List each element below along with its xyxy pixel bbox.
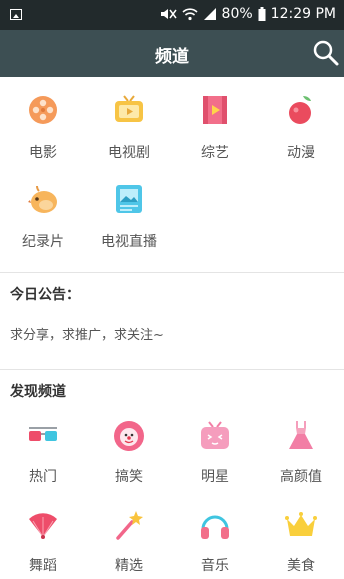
category-label: 纪录片 xyxy=(22,234,64,250)
discover-label: 精选 xyxy=(115,558,143,574)
clown-icon xyxy=(114,421,144,451)
discover-item-music[interactable]: 音乐 xyxy=(172,507,258,577)
magic-wand-icon xyxy=(116,511,143,540)
mute-icon xyxy=(160,9,177,19)
discover-item-hot[interactable]: 热门 xyxy=(0,418,86,488)
3d-glasses-icon xyxy=(29,427,57,441)
dress-icon xyxy=(289,421,313,449)
discover-item-funny[interactable]: 搞笑 xyxy=(86,418,172,488)
discover-item-featured[interactable]: 精选 xyxy=(86,507,172,577)
wifi-icon xyxy=(181,8,198,21)
signal-icon xyxy=(203,8,216,20)
discover-item-good-looking[interactable]: 高颜值 xyxy=(258,418,344,488)
discover-label: 明星 xyxy=(201,469,229,485)
live-tv-icon xyxy=(116,185,142,213)
discover-item-stars[interactable]: 明星 xyxy=(172,418,258,488)
fan-icon xyxy=(29,513,57,539)
category-label: 电视直播 xyxy=(101,234,157,250)
category-tv-series[interactable]: 电视剧 xyxy=(86,94,172,164)
divider xyxy=(0,272,344,273)
app-bar: 频道 xyxy=(0,30,344,77)
page-title: 频道 xyxy=(155,47,189,67)
discover-label: 舞蹈 xyxy=(29,558,57,574)
category-label: 电视剧 xyxy=(108,145,150,161)
category-documentary[interactable]: 纪录片 xyxy=(0,183,86,253)
status-bar: 80% 12:29 PM xyxy=(0,0,344,30)
discover-label: 热门 xyxy=(29,469,57,485)
discover-label: 音乐 xyxy=(201,558,229,574)
search-icon[interactable] xyxy=(312,39,340,67)
category-label: 动漫 xyxy=(287,145,315,161)
notice-title: 今日公告： xyxy=(10,287,80,303)
discover-label: 搞笑 xyxy=(115,469,143,485)
category-anime[interactable]: 动漫 xyxy=(258,94,344,164)
tv-icon xyxy=(115,95,143,122)
cartoon-fruit-icon xyxy=(289,96,311,124)
clock: 12:29 PM xyxy=(270,6,336,22)
discover-title: 发现频道 xyxy=(10,384,66,400)
category-live-tv[interactable]: 电视直播 xyxy=(86,183,172,253)
status-bar-right: 80% 12:29 PM xyxy=(159,6,336,22)
battery-percent: 80% xyxy=(221,6,253,22)
category-label: 电影 xyxy=(29,145,57,161)
notice-text: 求分享，求推广，求关注~ xyxy=(10,328,164,343)
divider xyxy=(0,369,344,370)
category-label: 综艺 xyxy=(201,145,229,161)
category-variety[interactable]: 综艺 xyxy=(172,94,258,164)
gallery-notification-icon xyxy=(10,9,22,20)
discover-item-dance[interactable]: 舞蹈 xyxy=(0,507,86,577)
crown-icon xyxy=(285,512,317,536)
headphones-icon xyxy=(201,515,229,539)
film-reel-icon xyxy=(29,96,57,124)
discover-item-food[interactable]: 美食 xyxy=(258,507,344,577)
battery-icon xyxy=(258,7,266,21)
discover-label: 美食 xyxy=(287,558,315,574)
category-movie[interactable]: 电影 xyxy=(0,94,86,164)
video-play-icon xyxy=(203,96,227,124)
bird-icon xyxy=(28,185,57,213)
discover-label: 高颜值 xyxy=(280,469,322,485)
tv-face-icon xyxy=(201,421,229,449)
